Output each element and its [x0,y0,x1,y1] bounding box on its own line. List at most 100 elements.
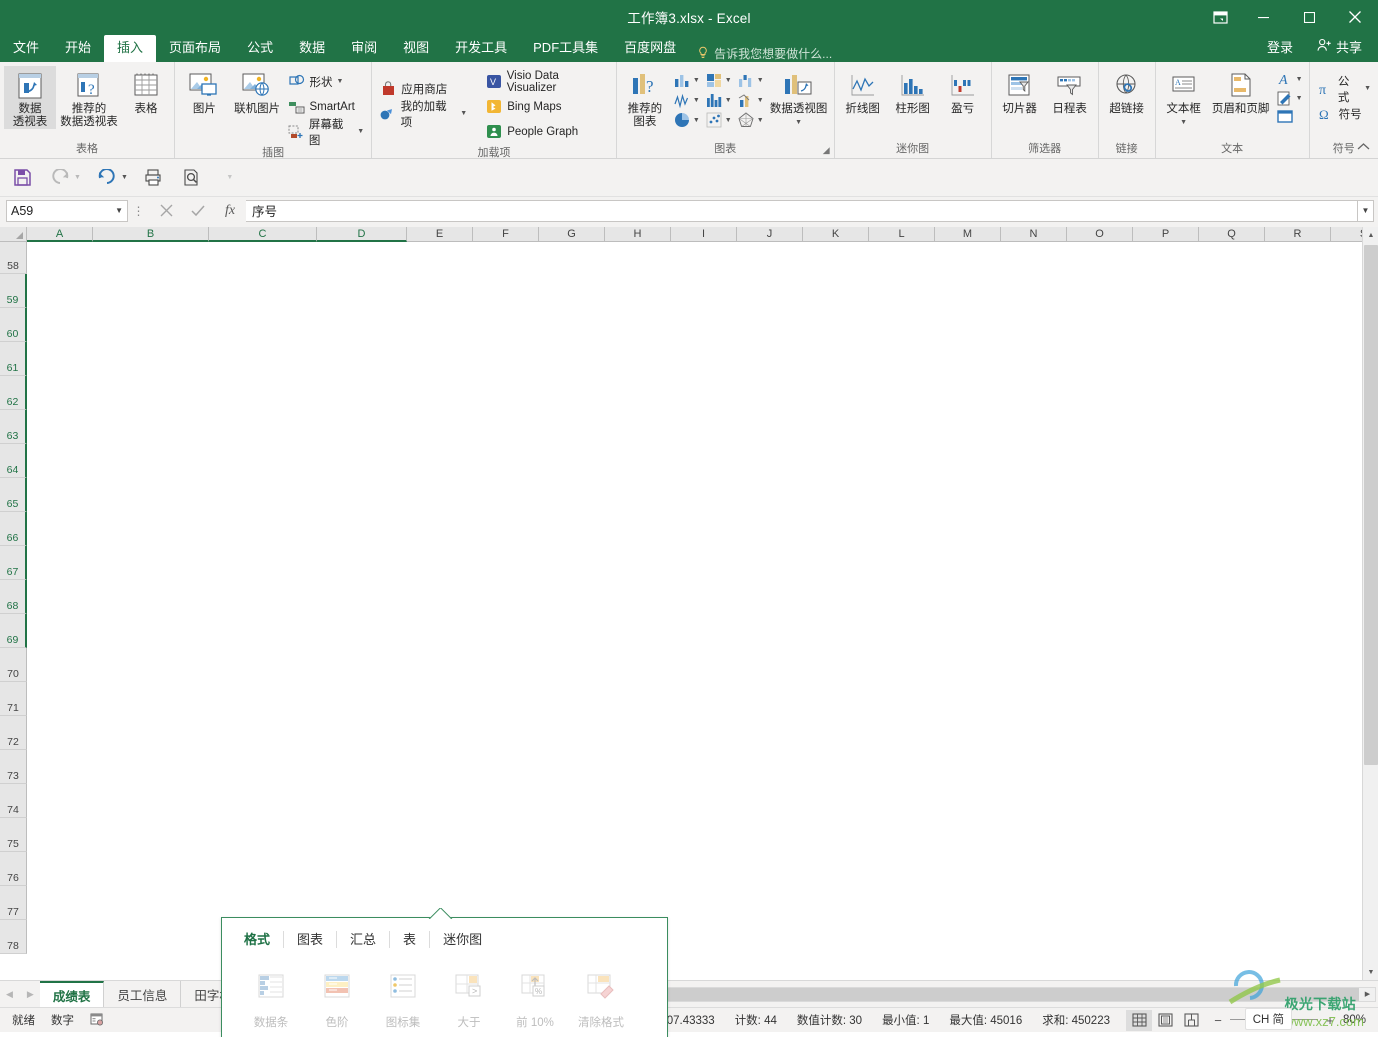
chevron-down-icon[interactable]: ▼ [757,77,764,84]
chevron-down-icon[interactable]: ▼ [693,77,700,84]
name-box[interactable]: A59 ▼ [6,199,128,222]
prev-sheet-icon[interactable]: ◀ [6,989,13,1000]
expand-formula-bar-button[interactable]: ▼ [1358,199,1374,222]
row-header-77[interactable]: 77 [0,886,27,920]
zoom-level[interactable]: 80% [1336,1014,1372,1026]
minimize-button[interactable] [1240,0,1286,34]
chevron-down-icon[interactable]: ▼ [693,97,700,104]
save-button[interactable] [10,166,34,190]
print-preview-button[interactable] [180,166,204,190]
zoom-in-button[interactable]: + [1324,1013,1336,1028]
qa-item-greater-than[interactable]: > 大于 [436,966,502,1030]
row-header-75[interactable]: 75 [0,818,27,852]
column-header-E[interactable]: E [407,227,473,242]
formula-bar-grip[interactable]: ⋮ [128,204,150,218]
vertical-scroll-thumb[interactable] [1364,245,1378,765]
share-button[interactable]: 共享 [1305,32,1374,62]
column-header-P[interactable]: P [1133,227,1199,242]
row-header-58[interactable]: 58 [0,242,27,274]
chevron-down-icon[interactable]: ▼ [337,78,344,85]
symbol-button[interactable]: Ω 符号 [1314,101,1374,126]
pivot-chart-button[interactable]: 数据透视图 ▼ [768,66,830,129]
row-header-72[interactable]: 72 [0,716,27,750]
screenshot-button[interactable]: 屏幕截图 ▼ [285,119,368,147]
qa-tab-formatting[interactable]: 格式 [244,931,285,948]
pie-chart-button[interactable]: ▼ [671,110,702,130]
visio-data-visualizer-button[interactable]: V Visio Data Visualizer [482,69,612,94]
row-header-59[interactable]: 59 [0,274,27,308]
cancel-edit-icon[interactable] [150,200,182,222]
chevron-down-icon[interactable]: ▼ [693,117,700,124]
shapes-button[interactable]: 形状 ▼ [285,69,368,94]
normal-view-button[interactable] [1126,1009,1152,1031]
status-max[interactable]: 最大值: 45016 [939,1012,1032,1028]
pivot-table-button[interactable]: 数据 透视表 [4,66,56,129]
chevron-down-icon[interactable]: ▼ [725,117,732,124]
scroll-right-icon[interactable]: ▶ [1360,987,1375,1002]
row-header-68[interactable]: 68 [0,580,27,614]
sparkline-column-button[interactable]: 柱形图 [889,66,937,116]
chevron-down-icon[interactable]: ▼ [1296,95,1303,102]
people-graph-button[interactable]: People Graph [482,119,612,144]
slicer-button[interactable]: 切片器 [996,66,1044,116]
online-pictures-button[interactable]: 联机图片 [232,66,283,116]
chevron-down-icon[interactable]: ▼ [460,110,467,117]
row-header-65[interactable]: 65 [0,478,27,512]
row-header-69[interactable]: 69 [0,614,27,648]
chevron-down-icon[interactable]: ▼ [115,206,123,215]
macro-record-icon[interactable] [90,1012,104,1029]
qa-tab-charts[interactable]: 图表 [284,931,338,948]
collapse-ribbon-button[interactable] [1357,142,1370,154]
undo-group[interactable]: ▼ [95,166,128,190]
insert-function-icon[interactable]: fx [214,200,246,222]
undo-button[interactable] [95,166,119,190]
row-header-73[interactable]: 73 [0,750,27,784]
chevron-down-icon[interactable]: ▼ [1364,85,1371,92]
ribbon-display-options-icon[interactable] [1200,0,1240,34]
qa-tab-tables[interactable]: 表 [390,931,431,948]
status-sum[interactable]: 求和: 450223 [1032,1012,1120,1028]
equation-button[interactable]: π 公式 ▼ [1314,76,1374,104]
sign-in-button[interactable]: 登录 [1255,32,1305,62]
tab-view[interactable]: 视图 [390,35,442,62]
row-header-61[interactable]: 61 [0,342,27,376]
row-header-67[interactable]: 67 [0,546,27,580]
qa-tab-sparklines[interactable]: 迷你图 [430,931,495,948]
chevron-down-icon[interactable]: ▼ [725,97,732,104]
qa-item-icon-set[interactable]: 图标集 [370,966,436,1030]
column-header-O[interactable]: O [1067,227,1133,242]
row-header-71[interactable]: 71 [0,682,27,716]
row-header-60[interactable]: 60 [0,308,27,342]
column-header-C[interactable]: C [209,227,317,242]
column-header-B[interactable]: B [93,227,209,242]
row-header-66[interactable]: 66 [0,512,27,546]
waterfall-chart-button[interactable]: ▼ [735,70,766,90]
scatter-chart-button[interactable]: ▼ [703,110,734,130]
qa-item-top-ten-percent[interactable]: % 前 10% [502,966,568,1030]
row-header-76[interactable]: 76 [0,852,27,886]
quick-print-button[interactable] [142,166,166,190]
customize-qat-button[interactable]: ▼ [218,166,242,190]
tab-home[interactable]: 开始 [52,35,104,62]
chevron-down-icon[interactable]: ▼ [757,117,764,124]
bar-chart-button[interactable]: ▼ [703,90,734,110]
scroll-up-icon[interactable]: ▲ [1363,227,1378,243]
hyperlink-button[interactable]: 超链接 [1103,66,1151,116]
row-header-70[interactable]: 70 [0,648,27,682]
column-header-I[interactable]: I [671,227,737,242]
my-addins-button[interactable]: 我的加载项 ▼ [376,101,470,129]
chevron-down-icon[interactable]: ▼ [1296,76,1303,83]
tab-developer[interactable]: 开发工具 [442,35,520,62]
horizontal-scroll-thumb[interactable] [568,987,1359,1001]
vertical-scrollbar[interactable]: ▲ ▼ [1362,227,1378,980]
sparkline-winloss-button[interactable]: 盈亏 [939,66,987,116]
hierarchy-chart-button[interactable]: ▼ [703,70,734,90]
qa-item-data-bars[interactable]: 数据条 [238,966,304,1030]
chevron-down-icon[interactable]: ▼ [795,116,802,129]
page-break-preview-button[interactable] [1178,1010,1204,1031]
horizontal-scrollbar[interactable]: ◀ ▶ [551,986,1376,1002]
qa-item-clear-format[interactable]: 清除格式 [568,966,634,1030]
charts-dialog-launcher[interactable]: ◢ [823,145,830,156]
row-header-64[interactable]: 64 [0,444,27,478]
column-header-Q[interactable]: Q [1199,227,1265,242]
